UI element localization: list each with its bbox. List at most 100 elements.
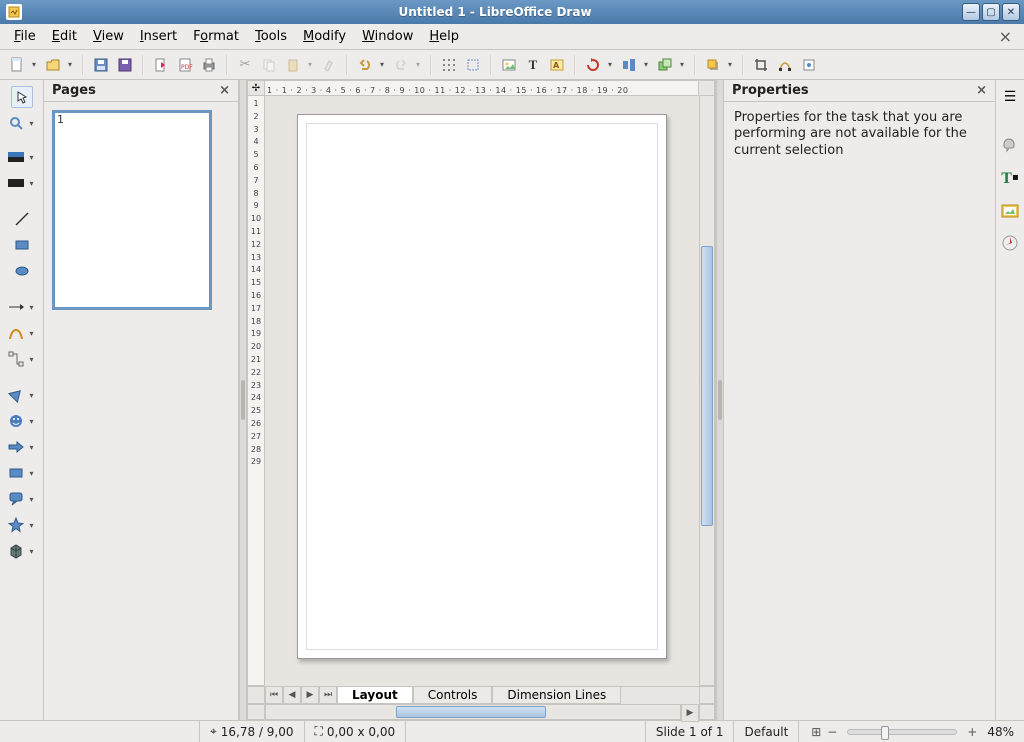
connector-dropdown[interactable]: ▾ xyxy=(27,355,37,364)
curve-tool[interactable] xyxy=(5,322,27,344)
grid-button[interactable] xyxy=(438,54,460,76)
undo-dropdown[interactable]: ▾ xyxy=(378,60,386,69)
menu-view[interactable]: View xyxy=(85,26,132,47)
shadow-dropdown[interactable]: ▾ xyxy=(726,60,734,69)
close-document-button[interactable]: × xyxy=(993,27,1018,46)
sidebar-settings-button[interactable]: ☰ xyxy=(999,86,1021,108)
select-tool[interactable] xyxy=(11,86,33,108)
block-arrows-tool[interactable] xyxy=(5,436,27,458)
window-minimize-button[interactable]: — xyxy=(962,3,980,21)
edit-points-button[interactable] xyxy=(774,54,796,76)
rotate-dropdown[interactable]: ▾ xyxy=(606,60,614,69)
sidebar-gallery-tab[interactable] xyxy=(999,200,1021,222)
zoom-dropdown[interactable]: ▾ xyxy=(27,119,37,128)
line-tool[interactable] xyxy=(11,208,33,230)
sidebar-navigator-tab[interactable] xyxy=(999,232,1021,254)
3d-objects-dropdown[interactable]: ▾ xyxy=(27,547,37,556)
3d-objects-tool[interactable] xyxy=(5,540,27,562)
crop-button[interactable] xyxy=(750,54,772,76)
export-pdf-button[interactable]: PDF xyxy=(174,54,196,76)
new-document-dropdown[interactable]: ▾ xyxy=(30,60,38,69)
fill-color-dropdown[interactable]: ▾ xyxy=(27,153,37,162)
print-button[interactable] xyxy=(198,54,220,76)
pages-panel-collapse-handle[interactable] xyxy=(239,80,247,720)
menu-file[interactable]: File xyxy=(6,26,44,47)
horizontal-scrollbar[interactable] xyxy=(265,704,681,720)
sidebar-properties-tab[interactable] xyxy=(999,136,1021,158)
stars-tool[interactable] xyxy=(5,514,27,536)
cut-button[interactable]: ✂ xyxy=(234,54,256,76)
arrange-button[interactable] xyxy=(654,54,676,76)
drawing-canvas[interactable] xyxy=(265,96,699,686)
paste-dropdown[interactable]: ▾ xyxy=(306,60,314,69)
flowchart-dropdown[interactable]: ▾ xyxy=(27,469,37,478)
ruler-corner[interactable]: ✢ xyxy=(247,80,265,96)
menu-modify[interactable]: Modify xyxy=(295,26,354,47)
page-paper[interactable] xyxy=(297,114,667,659)
horizontal-scrollbar-thumb[interactable] xyxy=(396,706,546,718)
properties-panel-collapse-handle[interactable] xyxy=(716,80,724,720)
menu-tools[interactable]: Tools xyxy=(247,26,295,47)
paste-button[interactable] xyxy=(282,54,304,76)
pages-panel-close-button[interactable]: × xyxy=(219,83,230,98)
last-page-nav-button[interactable]: ⏭ xyxy=(319,686,337,704)
curve-dropdown[interactable]: ▾ xyxy=(27,329,37,338)
window-maximize-button[interactable]: ▢ xyxy=(982,3,1000,21)
menu-format[interactable]: Format xyxy=(185,26,247,47)
symbol-shapes-dropdown[interactable]: ▾ xyxy=(27,417,37,426)
symbol-shapes-tool[interactable] xyxy=(5,410,27,432)
zoom-slider-knob[interactable] xyxy=(881,726,889,740)
undo-button[interactable] xyxy=(354,54,376,76)
layer-tab-layout[interactable]: Layout xyxy=(337,687,413,704)
prev-page-nav-button[interactable]: ◀ xyxy=(283,686,301,704)
insert-fontwork-button[interactable]: A xyxy=(546,54,568,76)
layer-tab-dimension-lines[interactable]: Dimension Lines xyxy=(492,687,621,704)
ellipse-tool[interactable] xyxy=(11,260,33,282)
horizontal-ruler[interactable]: 1 · 1 · 2 · 3 · 4 · 5 · 6 · 7 · 8 · 9 · … xyxy=(265,80,699,96)
stars-dropdown[interactable]: ▾ xyxy=(27,521,37,530)
open-dropdown[interactable]: ▾ xyxy=(66,60,74,69)
menu-help[interactable]: Help xyxy=(421,26,467,47)
vertical-scrollbar[interactable] xyxy=(699,96,715,686)
window-close-button[interactable]: ✕ xyxy=(1002,3,1020,21)
new-document-button[interactable] xyxy=(6,54,28,76)
save-button[interactable] xyxy=(90,54,112,76)
line-color-button[interactable] xyxy=(5,172,27,194)
sidebar-styles-tab[interactable]: T▪ xyxy=(999,168,1021,190)
properties-panel-close-button[interactable]: × xyxy=(976,83,987,98)
zoom-tool[interactable] xyxy=(5,112,27,134)
helplines-button[interactable] xyxy=(462,54,484,76)
open-button[interactable] xyxy=(42,54,64,76)
vertical-scrollbar-thumb[interactable] xyxy=(701,246,713,526)
redo-button[interactable] xyxy=(390,54,412,76)
gluepoints-button[interactable] xyxy=(798,54,820,76)
flowchart-tool[interactable] xyxy=(5,462,27,484)
callouts-dropdown[interactable]: ▾ xyxy=(27,495,37,504)
zoom-value[interactable]: 48% xyxy=(987,725,1014,739)
zoom-slider[interactable] xyxy=(847,729,957,735)
shadow-button[interactable] xyxy=(702,54,724,76)
insert-image-button[interactable] xyxy=(498,54,520,76)
vertical-ruler[interactable]: 1234567891011121314151617181920212223242… xyxy=(247,96,265,686)
arrow-dropdown[interactable]: ▾ xyxy=(27,303,37,312)
line-color-dropdown[interactable]: ▾ xyxy=(27,179,37,188)
block-arrows-dropdown[interactable]: ▾ xyxy=(27,443,37,452)
arrow-tool[interactable] xyxy=(5,296,27,318)
menu-window[interactable]: Window xyxy=(354,26,421,47)
scroll-right-button[interactable]: ▶ xyxy=(681,704,699,722)
redo-dropdown[interactable]: ▾ xyxy=(414,60,422,69)
status-page-style[interactable]: Default xyxy=(734,721,799,742)
status-slide-info[interactable]: Slide 1 of 1 xyxy=(646,721,735,742)
first-page-nav-button[interactable]: ⏮ xyxy=(265,686,283,704)
zoom-out-button[interactable]: − xyxy=(825,725,839,739)
next-page-nav-button[interactable]: ▶ xyxy=(301,686,319,704)
copy-button[interactable] xyxy=(258,54,280,76)
layer-tab-controls[interactable]: Controls xyxy=(413,687,493,704)
menu-edit[interactable]: Edit xyxy=(44,26,85,47)
format-paintbrush-button[interactable] xyxy=(318,54,340,76)
zoom-in-button[interactable]: + xyxy=(965,725,979,739)
save-as-button[interactable] xyxy=(114,54,136,76)
rotate-button[interactable] xyxy=(582,54,604,76)
fit-page-button[interactable]: ⊞ xyxy=(809,725,823,739)
callouts-tool[interactable] xyxy=(5,488,27,510)
